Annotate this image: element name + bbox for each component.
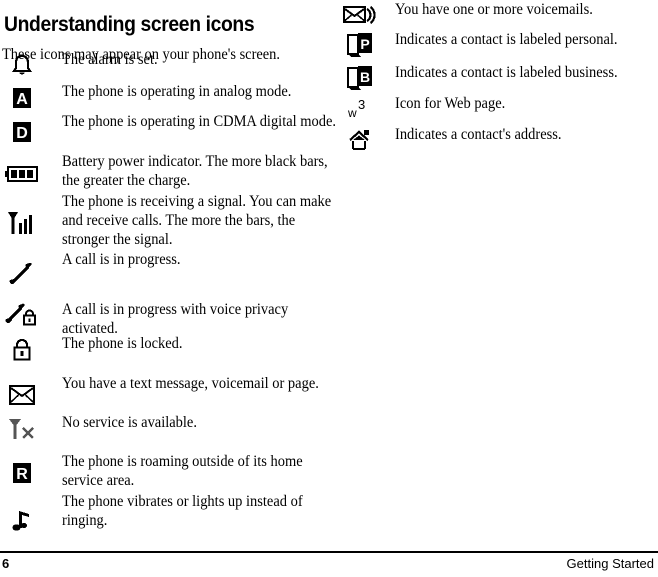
icon-description-text: A call is in progress. xyxy=(62,251,181,268)
analog-mode-a-icon: A xyxy=(0,87,44,109)
svg-text:A: A xyxy=(16,91,28,108)
contact-address-icon xyxy=(338,128,382,152)
cdma-digital-d-icon: D xyxy=(0,121,44,143)
icon-description-text: The alarm is set. xyxy=(62,51,158,68)
svg-text:w: w xyxy=(347,106,357,120)
voicemail-icon xyxy=(338,4,382,26)
icon-description-text: Indicates a contact is labeled personal. xyxy=(395,31,618,48)
signal-strength-icon xyxy=(0,210,44,236)
footer-chapter-name: Getting Started xyxy=(566,556,654,571)
icon-description-text: Indicates a contact's address. xyxy=(395,126,562,143)
icon-description-text: Icon for Web page. xyxy=(395,95,506,112)
svg-text:3: 3 xyxy=(358,97,365,112)
svg-text:B: B xyxy=(360,69,370,85)
icon-description-text: Indicates a contact is labeled business. xyxy=(395,64,618,81)
call-voice-privacy-icon xyxy=(0,303,44,327)
alarm-bell-icon xyxy=(0,54,44,78)
icon-description-text: You have a text message, voicemail or pa… xyxy=(62,375,319,392)
footer-page-number: 6 xyxy=(2,556,10,571)
icon-description-text: The phone vibrates or lights up instead … xyxy=(62,493,303,529)
icon-description-text: The phone is receiving a signal. You can… xyxy=(62,193,332,248)
call-in-progress-icon xyxy=(0,263,44,287)
icon-description-text: The phone is operating in analog mode. xyxy=(62,83,292,100)
phone-locked-icon xyxy=(0,338,44,362)
no-service-icon xyxy=(0,417,44,441)
web-page-icon: w3 xyxy=(338,97,382,121)
vibrate-note-icon xyxy=(0,508,44,532)
icon-description-text: The phone is locked. xyxy=(62,335,183,352)
icon-description-text: You have one or more voicemails. xyxy=(395,1,593,18)
contact-personal-icon: P xyxy=(338,32,382,58)
icon-description-text: The phone is roaming outside of its home… xyxy=(62,453,303,489)
battery-indicator-icon xyxy=(0,166,44,182)
svg-text:R: R xyxy=(16,466,28,483)
icon-description-text: No service is available. xyxy=(62,414,197,431)
svg-text:P: P xyxy=(360,36,369,52)
icon-row-list-right: You have one or more voicemails. P Indicat… xyxy=(338,0,658,165)
footer-divider xyxy=(0,551,658,553)
icon-description-text: The phone is operating in CDMA digital m… xyxy=(62,113,337,130)
svg-text:D: D xyxy=(16,125,28,142)
icon-description-text: Battery power indicator. The more black … xyxy=(62,153,328,189)
icon-description-text: A call is in progress with voice privacy… xyxy=(62,301,289,337)
icon-row-list-left: The alarm is set. A The phone is operating… xyxy=(0,0,336,538)
contact-business-icon: B xyxy=(338,65,382,91)
roaming-r-icon: R xyxy=(0,462,44,484)
message-envelope-icon xyxy=(0,385,44,405)
